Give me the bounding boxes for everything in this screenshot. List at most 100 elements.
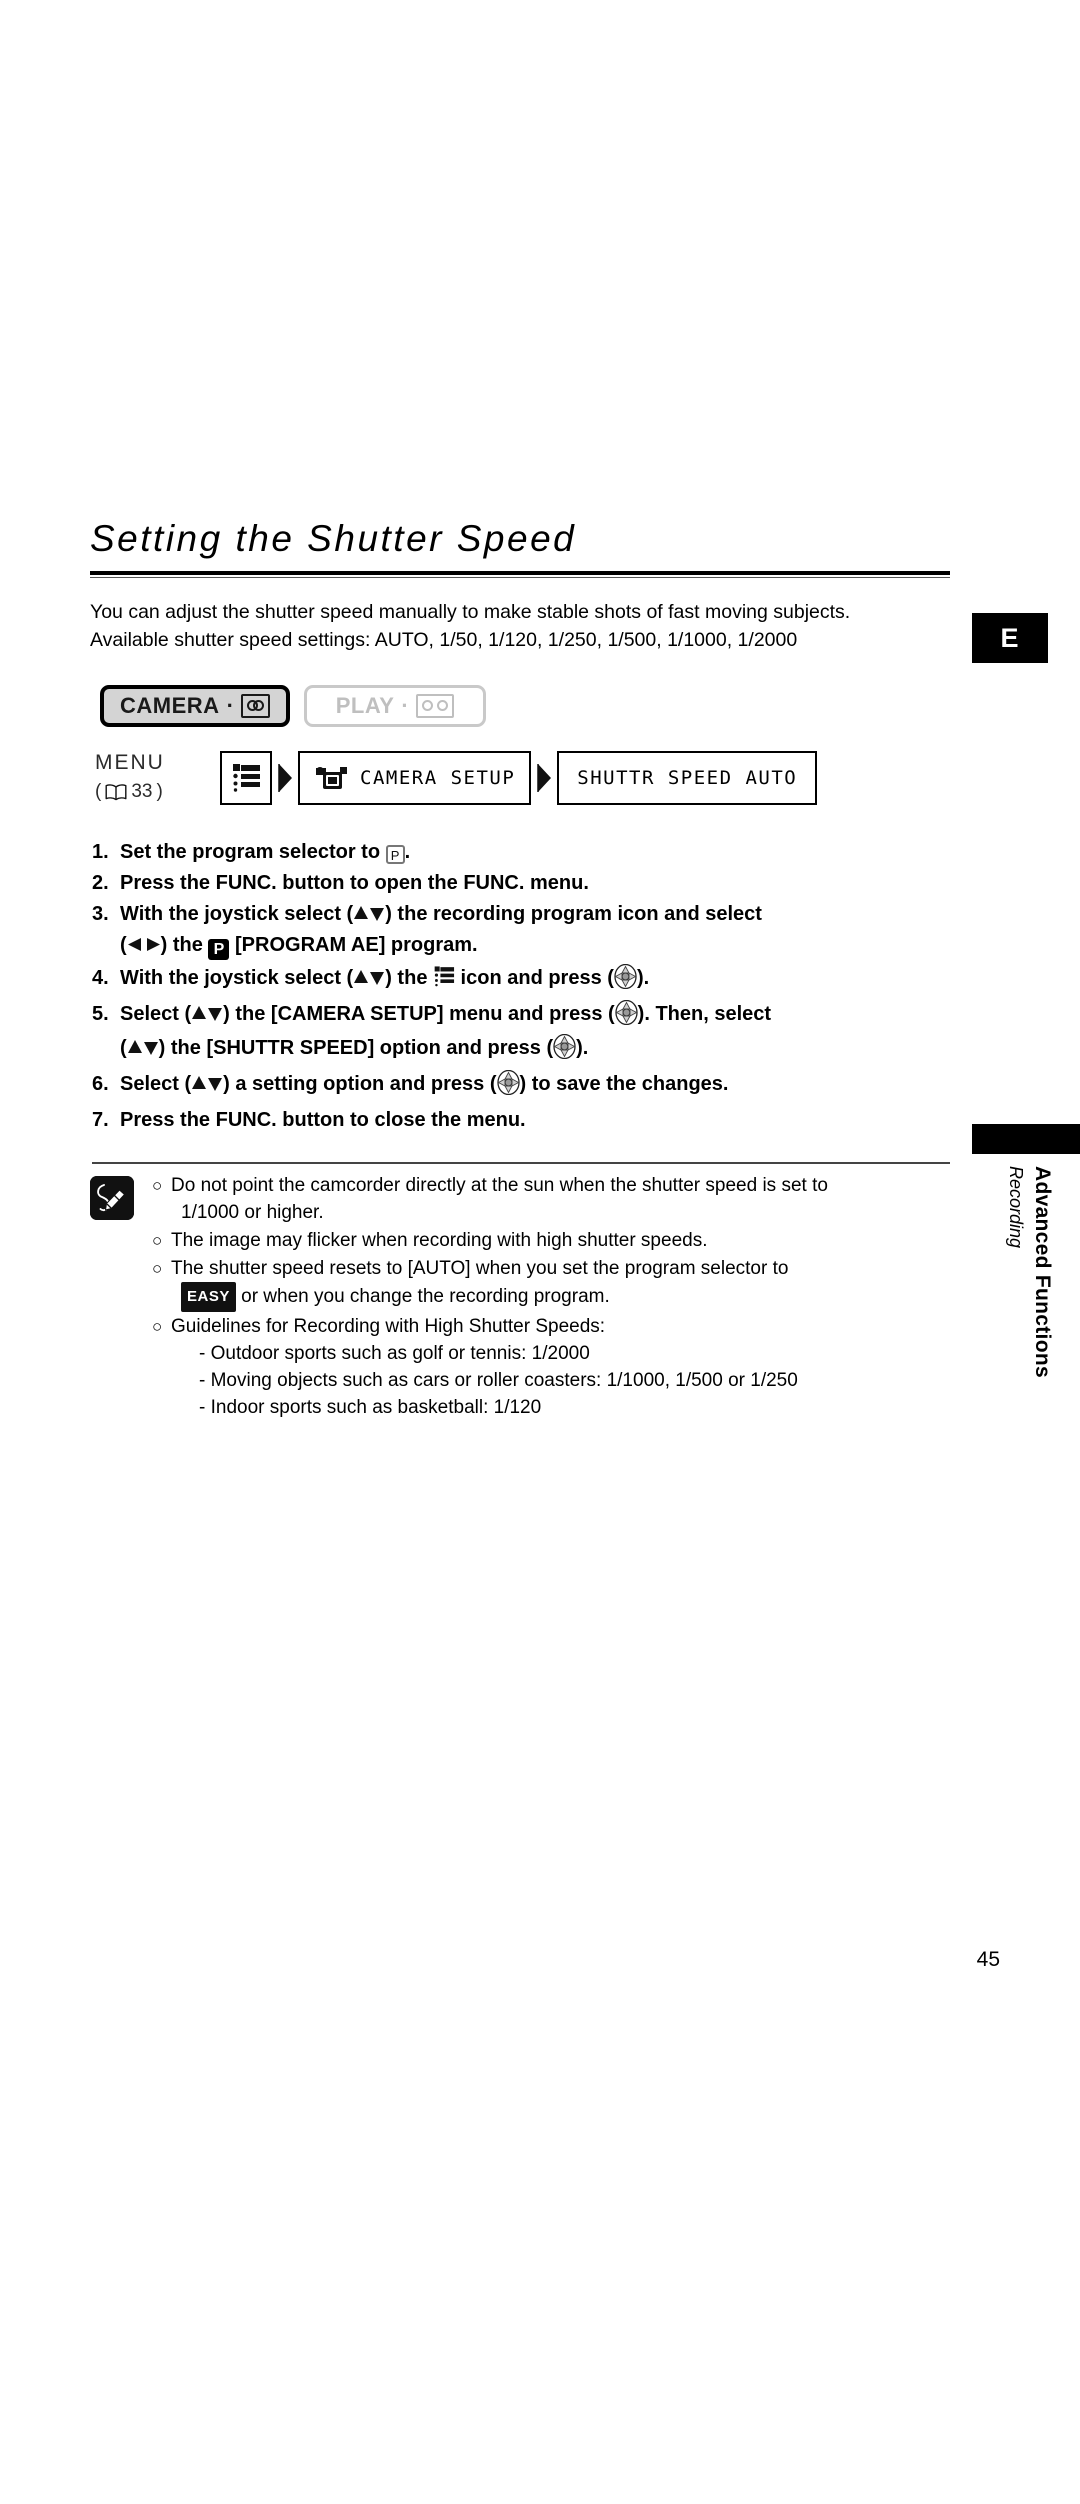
note-item-1: ○ Do not point the camcorder directly at… bbox=[152, 1172, 952, 1226]
procedure-steps: 1. Set the program selector to P. 2. Pre… bbox=[92, 838, 972, 1137]
step-7-number: 7. bbox=[92, 1109, 109, 1131]
step-6-text-a: Select ( bbox=[120, 1073, 192, 1095]
triangle-up-down-icon bbox=[353, 902, 385, 931]
step-5-text-e: ) the [SHUTTR SPEED] option and press ( bbox=[158, 1037, 554, 1059]
menu-list-icon bbox=[231, 762, 261, 794]
note-item-1-text: Do not point the camcorder directly at t… bbox=[171, 1172, 952, 1226]
step-5-text-d: ( bbox=[120, 1037, 127, 1059]
step-4-body: With the joystick select ( ) the icon an… bbox=[120, 963, 972, 998]
note-item-2-text: The image may flicker when recording wit… bbox=[171, 1230, 708, 1251]
joystick-icon bbox=[614, 963, 637, 998]
page-ref-open-paren: ( bbox=[95, 781, 102, 802]
note-bullet: ○ bbox=[152, 1231, 163, 1250]
note-item-4: ○ Guidelines for Recording with High Shu… bbox=[152, 1313, 952, 1421]
intro-line-2: Available shutter speed settings: AUTO, … bbox=[90, 629, 798, 651]
step-5-number: 5. bbox=[92, 1003, 109, 1025]
note-bullet: ○ bbox=[152, 1176, 163, 1195]
step-7: 7. Press the FUNC. button to close the m… bbox=[92, 1106, 972, 1135]
menu-step-menu-icon[interactable] bbox=[220, 750, 272, 805]
step-2-body: Press the FUNC. button to open the FUNC.… bbox=[120, 872, 589, 894]
note-item-4-sub-3: - Indoor sports such as basketball: 1/12… bbox=[199, 1397, 542, 1418]
note-pencil-icon bbox=[90, 1176, 134, 1220]
note-item-4-line-1: Guidelines for Recording with High Shutt… bbox=[171, 1316, 606, 1337]
step-6-text-c: ) to save the changes. bbox=[519, 1073, 729, 1095]
program-ae-outline-icon: P bbox=[385, 845, 405, 864]
step-5-text-f: ). bbox=[576, 1037, 589, 1059]
step-2: 2. Press the FUNC. button to open the FU… bbox=[92, 869, 972, 898]
step-3-text-b: ) the recording program icon and select bbox=[385, 903, 762, 925]
side-tab: Advanced Functions Recording bbox=[972, 1166, 1080, 1466]
book-icon bbox=[105, 783, 127, 801]
step-3-text-c: ( bbox=[120, 934, 127, 956]
note-item-1-line-1: Do not point the camcorder directly at t… bbox=[171, 1175, 828, 1196]
menu-step-shuttr-speed-label: SHUTTR SPEED AUTO bbox=[577, 766, 798, 789]
step-4-number: 4. bbox=[92, 967, 109, 989]
step-3-line-2: ( ) the P [PROGRAM AE] program. bbox=[120, 931, 972, 962]
menu-path-label-block: MENU ( 33 ) bbox=[95, 750, 220, 805]
manual-page: Setting the Shutter Speed You can adjust… bbox=[0, 0, 1080, 2504]
mode-button-camera[interactable]: CAMERA · bbox=[100, 685, 290, 727]
step-2-number: 2. bbox=[92, 872, 109, 894]
note-bullet: ○ bbox=[152, 1317, 163, 1336]
step-5-line-2: ( ) the [SHUTTR SPEED] option and press … bbox=[120, 1033, 972, 1068]
mode-button-play[interactable]: PLAY · bbox=[304, 685, 486, 727]
menu-step-camera-setup[interactable]: CAMERA SETUP bbox=[298, 750, 532, 805]
note-item-2: ○ The image may flicker when recording w… bbox=[152, 1227, 952, 1254]
triangle-up-down-icon bbox=[191, 1072, 223, 1101]
side-tab-bar bbox=[972, 1124, 1080, 1154]
menu-page-reference: ( 33 ) bbox=[95, 779, 220, 805]
triangle-up-down-icon bbox=[127, 1036, 159, 1065]
triangle-left-right-icon bbox=[127, 933, 161, 962]
step-5-text-b: ) the [CAMERA SETUP] menu and press ( bbox=[223, 1003, 615, 1025]
note-item-4-text: Guidelines for Recording with High Shutt… bbox=[171, 1313, 952, 1421]
step-3-text-d: ) the bbox=[160, 934, 209, 956]
step-4-text-b: ) the bbox=[385, 967, 433, 989]
notes-divider bbox=[92, 1162, 950, 1164]
page-title: Setting the Shutter Speed bbox=[90, 518, 577, 559]
mode-camera-separator: · bbox=[226, 693, 235, 718]
program-ae-filled-icon: P bbox=[208, 939, 230, 960]
joystick-icon bbox=[553, 1033, 576, 1068]
note-item-1-line-2: 1/1000 or higher. bbox=[181, 1202, 324, 1223]
step-3-body: With the joystick select ( ) the recordi… bbox=[120, 900, 972, 962]
step-3-number: 3. bbox=[92, 903, 109, 925]
menu-step-shuttr-speed[interactable]: SHUTTR SPEED AUTO bbox=[557, 750, 818, 805]
menu-step-camera-setup-label: CAMERA SETUP bbox=[360, 766, 516, 789]
step-1-number: 1. bbox=[92, 841, 109, 863]
menu-arrow-2 bbox=[531, 763, 557, 793]
step-7-body: Press the FUNC. button to close the menu… bbox=[120, 1109, 526, 1131]
step-5-body: Select ( ) the [CAMERA SETUP] menu and p… bbox=[120, 999, 972, 1068]
step-4: 4. With the joystick select ( ) the icon… bbox=[92, 963, 972, 998]
mode-play-separator: · bbox=[401, 693, 410, 718]
joystick-icon bbox=[496, 1069, 520, 1104]
step-6-number: 6. bbox=[92, 1073, 109, 1095]
intro-line-1: You can adjust the shutter speed manuall… bbox=[90, 601, 851, 623]
step-6-body: Select ( ) a setting option and press ( … bbox=[120, 1069, 972, 1104]
triangle-up-down-icon bbox=[191, 1002, 223, 1031]
menu-path-label: MENU bbox=[95, 751, 165, 774]
side-tab-main-label: Advanced Functions bbox=[1031, 1166, 1054, 1378]
camcorder-icon bbox=[314, 763, 348, 793]
title-rule bbox=[90, 571, 950, 578]
step-5-text-a: Select ( bbox=[120, 1003, 192, 1025]
note-bullet: ○ bbox=[152, 1259, 163, 1278]
step-1-body: Set the program selector to P. bbox=[120, 838, 972, 867]
note-item-3-text: The shutter speed resets to [AUTO] when … bbox=[171, 1255, 952, 1312]
step-3-text-e: [PROGRAM AE] program. bbox=[229, 934, 478, 956]
note-item-3-line-2-text: or when you change the recording program… bbox=[235, 1286, 610, 1307]
page-ref-close-paren: ) bbox=[156, 781, 163, 802]
page-number: 45 bbox=[976, 1948, 1000, 1971]
easy-mode-badge: EASY bbox=[181, 1282, 236, 1312]
tape-icon bbox=[416, 694, 455, 718]
note-item-3: ○ The shutter speed resets to [AUTO] whe… bbox=[152, 1255, 952, 1312]
mode-buttons: CAMERA · PLAY · bbox=[100, 685, 486, 727]
step-4-text-c: icon and press ( bbox=[455, 967, 614, 989]
tape-icon bbox=[241, 694, 270, 718]
triangle-up-down-icon bbox=[353, 966, 385, 995]
menu-path: MENU ( 33 ) CAMERA SETUP SHUTTR SPEED AU… bbox=[95, 750, 818, 805]
menu-arrow-1 bbox=[272, 763, 298, 793]
page-title-block: Setting the Shutter Speed bbox=[90, 520, 950, 578]
step-3-text-a: With the joystick select ( bbox=[120, 903, 354, 925]
intro-paragraph: You can adjust the shutter speed manuall… bbox=[90, 598, 970, 654]
side-tab-sub-label: Recording bbox=[1006, 1166, 1026, 1249]
